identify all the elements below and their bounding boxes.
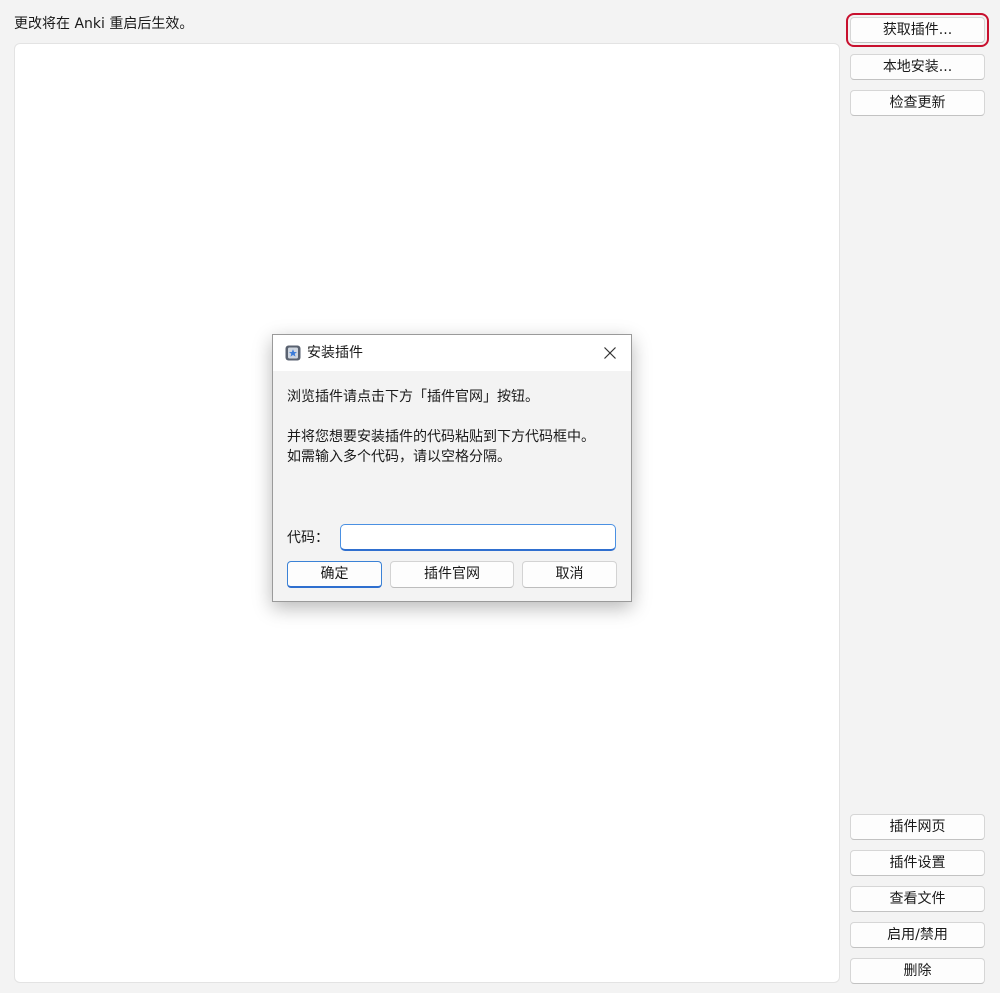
install-from-file-button[interactable]: 本地安装... (850, 54, 985, 80)
get-addons-button[interactable]: 获取插件... (846, 13, 989, 47)
code-label: 代码： (287, 530, 329, 546)
cancel-button[interactable]: 取消 (522, 561, 617, 588)
restart-notice: 更改将在 Anki 重启后生效。 (14, 16, 194, 32)
browse-addons-button[interactable]: 插件官网 (390, 561, 514, 588)
instruction-browse: 浏览插件请点击下方「插件官网」按钮。 (287, 389, 539, 405)
check-updates-button[interactable]: 检查更新 (850, 90, 985, 116)
dialog-titlebar[interactable]: 安装插件 (273, 335, 631, 371)
anki-app-icon (285, 345, 301, 361)
view-files-button[interactable]: 查看文件 (850, 886, 985, 912)
ok-button[interactable]: 确定 (287, 561, 382, 588)
dialog-title: 安装插件 (307, 345, 363, 361)
code-input[interactable] (340, 524, 616, 551)
addon-page-button[interactable]: 插件网页 (850, 814, 985, 840)
addons-window: 更改将在 Anki 重启后生效。 获取插件... 本地安装... 检查更新 插件… (0, 0, 1000, 993)
install-addon-dialog: 安装插件 浏览插件请点击下方「插件官网」按钮。 并将您想要安装插件的代码粘贴到下… (272, 334, 632, 602)
close-icon[interactable] (603, 346, 617, 360)
instruction-multiple: 如需输入多个代码，请以空格分隔。 (287, 449, 511, 465)
instruction-paste: 并将您想要安装插件的代码粘贴到下方代码框中。 (287, 429, 595, 445)
toggle-enabled-button[interactable]: 启用/禁用 (850, 922, 985, 948)
addon-config-button[interactable]: 插件设置 (850, 850, 985, 876)
delete-button[interactable]: 删除 (850, 958, 985, 984)
dialog-instructions: 浏览插件请点击下方「插件官网」按钮。 并将您想要安装插件的代码粘贴到下方代码框中… (287, 387, 617, 467)
